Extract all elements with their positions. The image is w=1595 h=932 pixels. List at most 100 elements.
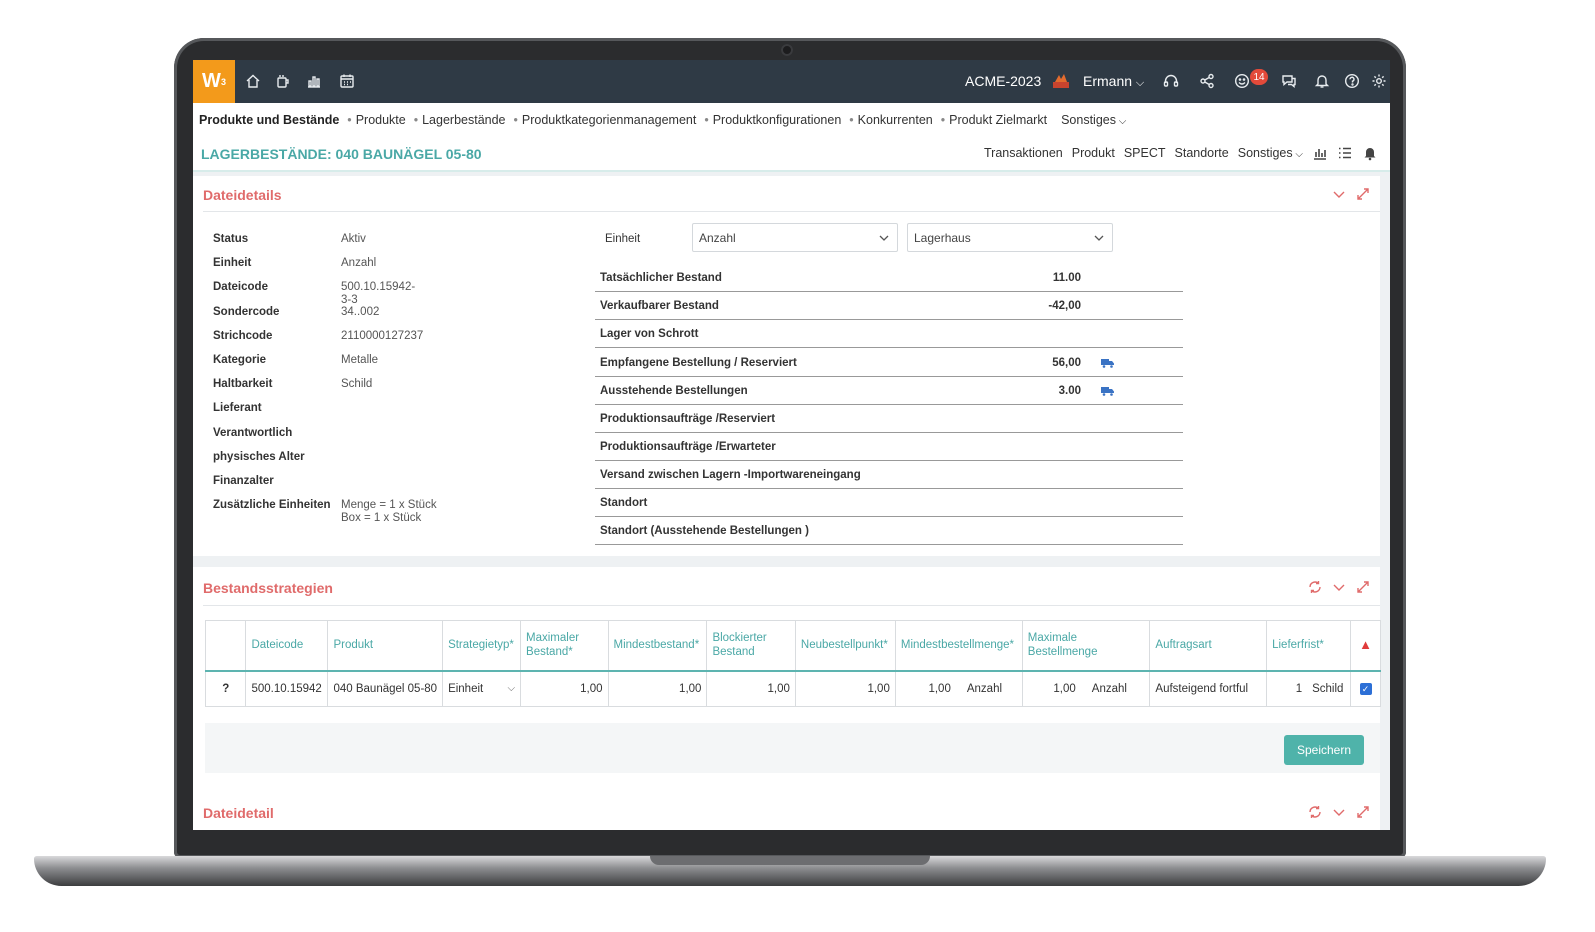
card-tools <box>1308 580 1370 594</box>
col-blockierter-bestand[interactable]: Blockierter Bestand <box>706 620 796 672</box>
col-strategietyp[interactable]: Strategietyp* <box>442 620 522 672</box>
stock-row-tatsaechlicher-bestand: Tatsächlicher Bestand 11.00 <box>595 264 1183 292</box>
chevron-down-icon[interactable] <box>1332 805 1346 819</box>
page-more-menu[interactable]: Sonstiges ⌵ <box>1238 146 1303 160</box>
bar-chart-icon[interactable] <box>1312 145 1328 161</box>
truck-icon[interactable] <box>1101 386 1114 396</box>
page-actions: Transaktionen Produkt SPECT Standorte So… <box>984 145 1378 161</box>
nav-item-lagerbestaende[interactable]: Lagerbestände <box>422 113 505 127</box>
laptop-base-notch <box>650 856 930 865</box>
link-spect[interactable]: SPECT <box>1124 146 1166 160</box>
nav-item-produkte[interactable]: Produkte <box>356 113 406 127</box>
stock-row-empfangene-bestellung: Empfangene Bestellung / Reserviert 56,00 <box>595 349 1183 377</box>
cell-dateicode: 500.10.15942 <box>245 670 329 707</box>
stock-row-verkaufbarer-bestand: Verkaufbarer Bestand -42,00 <box>595 292 1183 320</box>
chevron-down-icon: ⌵ <box>507 682 516 694</box>
card-title: Dateidetail <box>203 805 274 821</box>
col-mindestbestand[interactable]: Mindestbestand* <box>607 620 708 672</box>
expand-icon[interactable] <box>1356 580 1370 594</box>
strategies-table: Dateicode Produkt Strategietyp* Maximale… <box>204 620 1381 707</box>
stock-row-produktionsauftraege-reserviert: Produktionsaufträge /Reserviert <box>595 405 1183 433</box>
page-title: LAGERBESTÄNDE: 040 BAUNÄGEL 05-80 <box>201 146 482 162</box>
nav-item-produkt-zielmarkt[interactable]: Produkt Zielmarkt <box>949 113 1047 127</box>
expand-icon[interactable] <box>1356 805 1370 819</box>
main-nav: Produkte und Bestände • Produkte • Lagerbe… <box>193 103 1390 136</box>
max-order-qty-input[interactable]: 1,00 Anzahl <box>1021 670 1151 707</box>
nav-item-produktkonfigurationen[interactable]: Produktkonfigurationen <box>713 113 842 127</box>
col-neubestellpunkt[interactable]: Neubestellpunkt* <box>794 620 896 672</box>
link-produkt[interactable]: Produkt <box>1072 146 1115 160</box>
row-checkbox[interactable]: ✓ <box>1350 670 1381 707</box>
nav-more-menu[interactable]: Sonstiges ⌵ <box>1061 113 1126 127</box>
col-produkt[interactable]: Produkt <box>327 620 444 672</box>
chevron-down-icon <box>879 235 889 241</box>
user-menu[interactable]: Ermann ⌵ <box>1083 73 1144 90</box>
file-detail-card: Dateidetail <box>193 795 1380 830</box>
strategy-type-select[interactable]: Einheit ⌵ <box>442 670 522 707</box>
lead-time-input[interactable]: 1 Schild <box>1266 670 1352 707</box>
bell-icon[interactable] <box>1313 72 1331 90</box>
app-logo[interactable]: W3 <box>193 60 235 103</box>
min-stock-input[interactable]: 1,00 <box>607 670 708 707</box>
chevron-down-icon[interactable] <box>1332 187 1346 201</box>
refresh-icon[interactable] <box>1308 580 1322 594</box>
top-bar: W3 ACME-2023 Ermann ⌵ 14 <box>193 60 1390 103</box>
company-name[interactable]: ACME-2023 <box>965 73 1041 89</box>
calendar-icon[interactable] <box>338 72 356 90</box>
col-dateicode[interactable]: Dateicode <box>245 620 329 672</box>
table-footer <box>205 723 1380 773</box>
link-standorte[interactable]: Standorte <box>1175 146 1229 160</box>
nav-item-produkte-und-bestaende[interactable]: Produkte und Bestände <box>199 113 339 127</box>
home-icon[interactable] <box>244 72 262 90</box>
stock-row-lager-von-schrott: Lager von Schrott <box>595 320 1183 348</box>
nav-item-produktkategorienmanagement[interactable]: Produktkategorienmanagement <box>522 113 696 127</box>
list-icon[interactable] <box>1337 145 1353 161</box>
help-icon[interactable] <box>1343 72 1361 90</box>
col-maximaler-bestand[interactable]: Maximaler Bestand* <box>520 620 609 672</box>
min-order-qty-input[interactable]: 1,00 Anzahl <box>894 670 1023 707</box>
chevron-down-icon <box>1094 235 1104 241</box>
share-icon[interactable] <box>1198 72 1216 90</box>
alarm-bell-icon[interactable] <box>1362 145 1378 161</box>
chat-icon[interactable] <box>1280 72 1298 90</box>
card-title: Bestandsstrategien <box>203 580 333 596</box>
webcam <box>781 44 793 56</box>
nav-item-konkurrenten[interactable]: Konkurrenten <box>858 113 933 127</box>
notification-badge: 14 <box>1250 69 1268 85</box>
card-tools <box>1308 805 1370 819</box>
refresh-icon[interactable] <box>1308 805 1322 819</box>
page-header: LAGERBESTÄNDE: 040 BAUNÄGEL 05-80 Transa… <box>193 136 1390 172</box>
stock-row-standort: Standort <box>595 489 1183 517</box>
unit-select[interactable]: Anzahl <box>692 223 898 252</box>
col-maximale-bestellmenge[interactable]: Maximale Bestellmenge <box>1021 620 1151 672</box>
user-flag-icon <box>1051 72 1071 90</box>
order-type-select[interactable]: Aufsteigend fortful <box>1149 670 1268 707</box>
col-mindestbestellmenge[interactable]: Mindestbestellmenge* <box>894 620 1023 672</box>
stock-row-versand-zwischen-lagern: Versand zwischen Lagern -Importwareneing… <box>595 461 1183 489</box>
reorder-point-input[interactable]: 1,00 <box>794 670 896 707</box>
table-row: ? 500.10.15942 040 Baunägel 05-80 Einhei… <box>204 670 1381 707</box>
link-transaktionen[interactable]: Transaktionen <box>984 146 1063 160</box>
stock-row-standort-ausstehend: Standort (Ausstehende Bestellungen ) <box>595 517 1183 545</box>
stock-row-produktionsauftraege-erwarteter: Produktionsaufträge /Erwarteter <box>595 433 1183 461</box>
truck-icon[interactable] <box>1101 358 1114 368</box>
warehouse-select[interactable]: Lagerhaus <box>907 223 1113 252</box>
blocked-stock-input[interactable]: 1,00 <box>706 670 796 707</box>
expand-icon[interactable] <box>1356 187 1370 201</box>
smiley-icon[interactable] <box>1233 72 1251 90</box>
col-lieferfrist[interactable]: Lieferfrist* <box>1266 620 1352 672</box>
chart-icon[interactable] <box>305 72 323 90</box>
stock-row-ausstehende-bestellungen: Ausstehende Bestellungen 3.00 <box>595 377 1183 405</box>
app-screen: W3 ACME-2023 Ermann ⌵ 14 Produkte und Be… <box>193 60 1390 830</box>
col-auftragsart[interactable]: Auftragsart <box>1149 620 1268 672</box>
headset-icon[interactable] <box>1162 72 1180 90</box>
coffee-icon[interactable] <box>274 72 292 90</box>
gear-icon[interactable] <box>1370 72 1388 90</box>
save-button[interactable]: Speichern <box>1284 735 1364 765</box>
max-stock-input[interactable]: 1,00 <box>520 670 609 707</box>
stock-strategies-card: Bestandsstrategien Dateicode Produkt Str… <box>193 567 1381 825</box>
chevron-down-icon[interactable] <box>1332 580 1346 594</box>
chevron-down-icon: ⌵ <box>1115 115 1127 127</box>
row-status-flag[interactable]: ? <box>204 670 247 707</box>
file-details-card: Dateidetails Status Aktiv Einheit Anzahl D… <box>193 176 1380 556</box>
